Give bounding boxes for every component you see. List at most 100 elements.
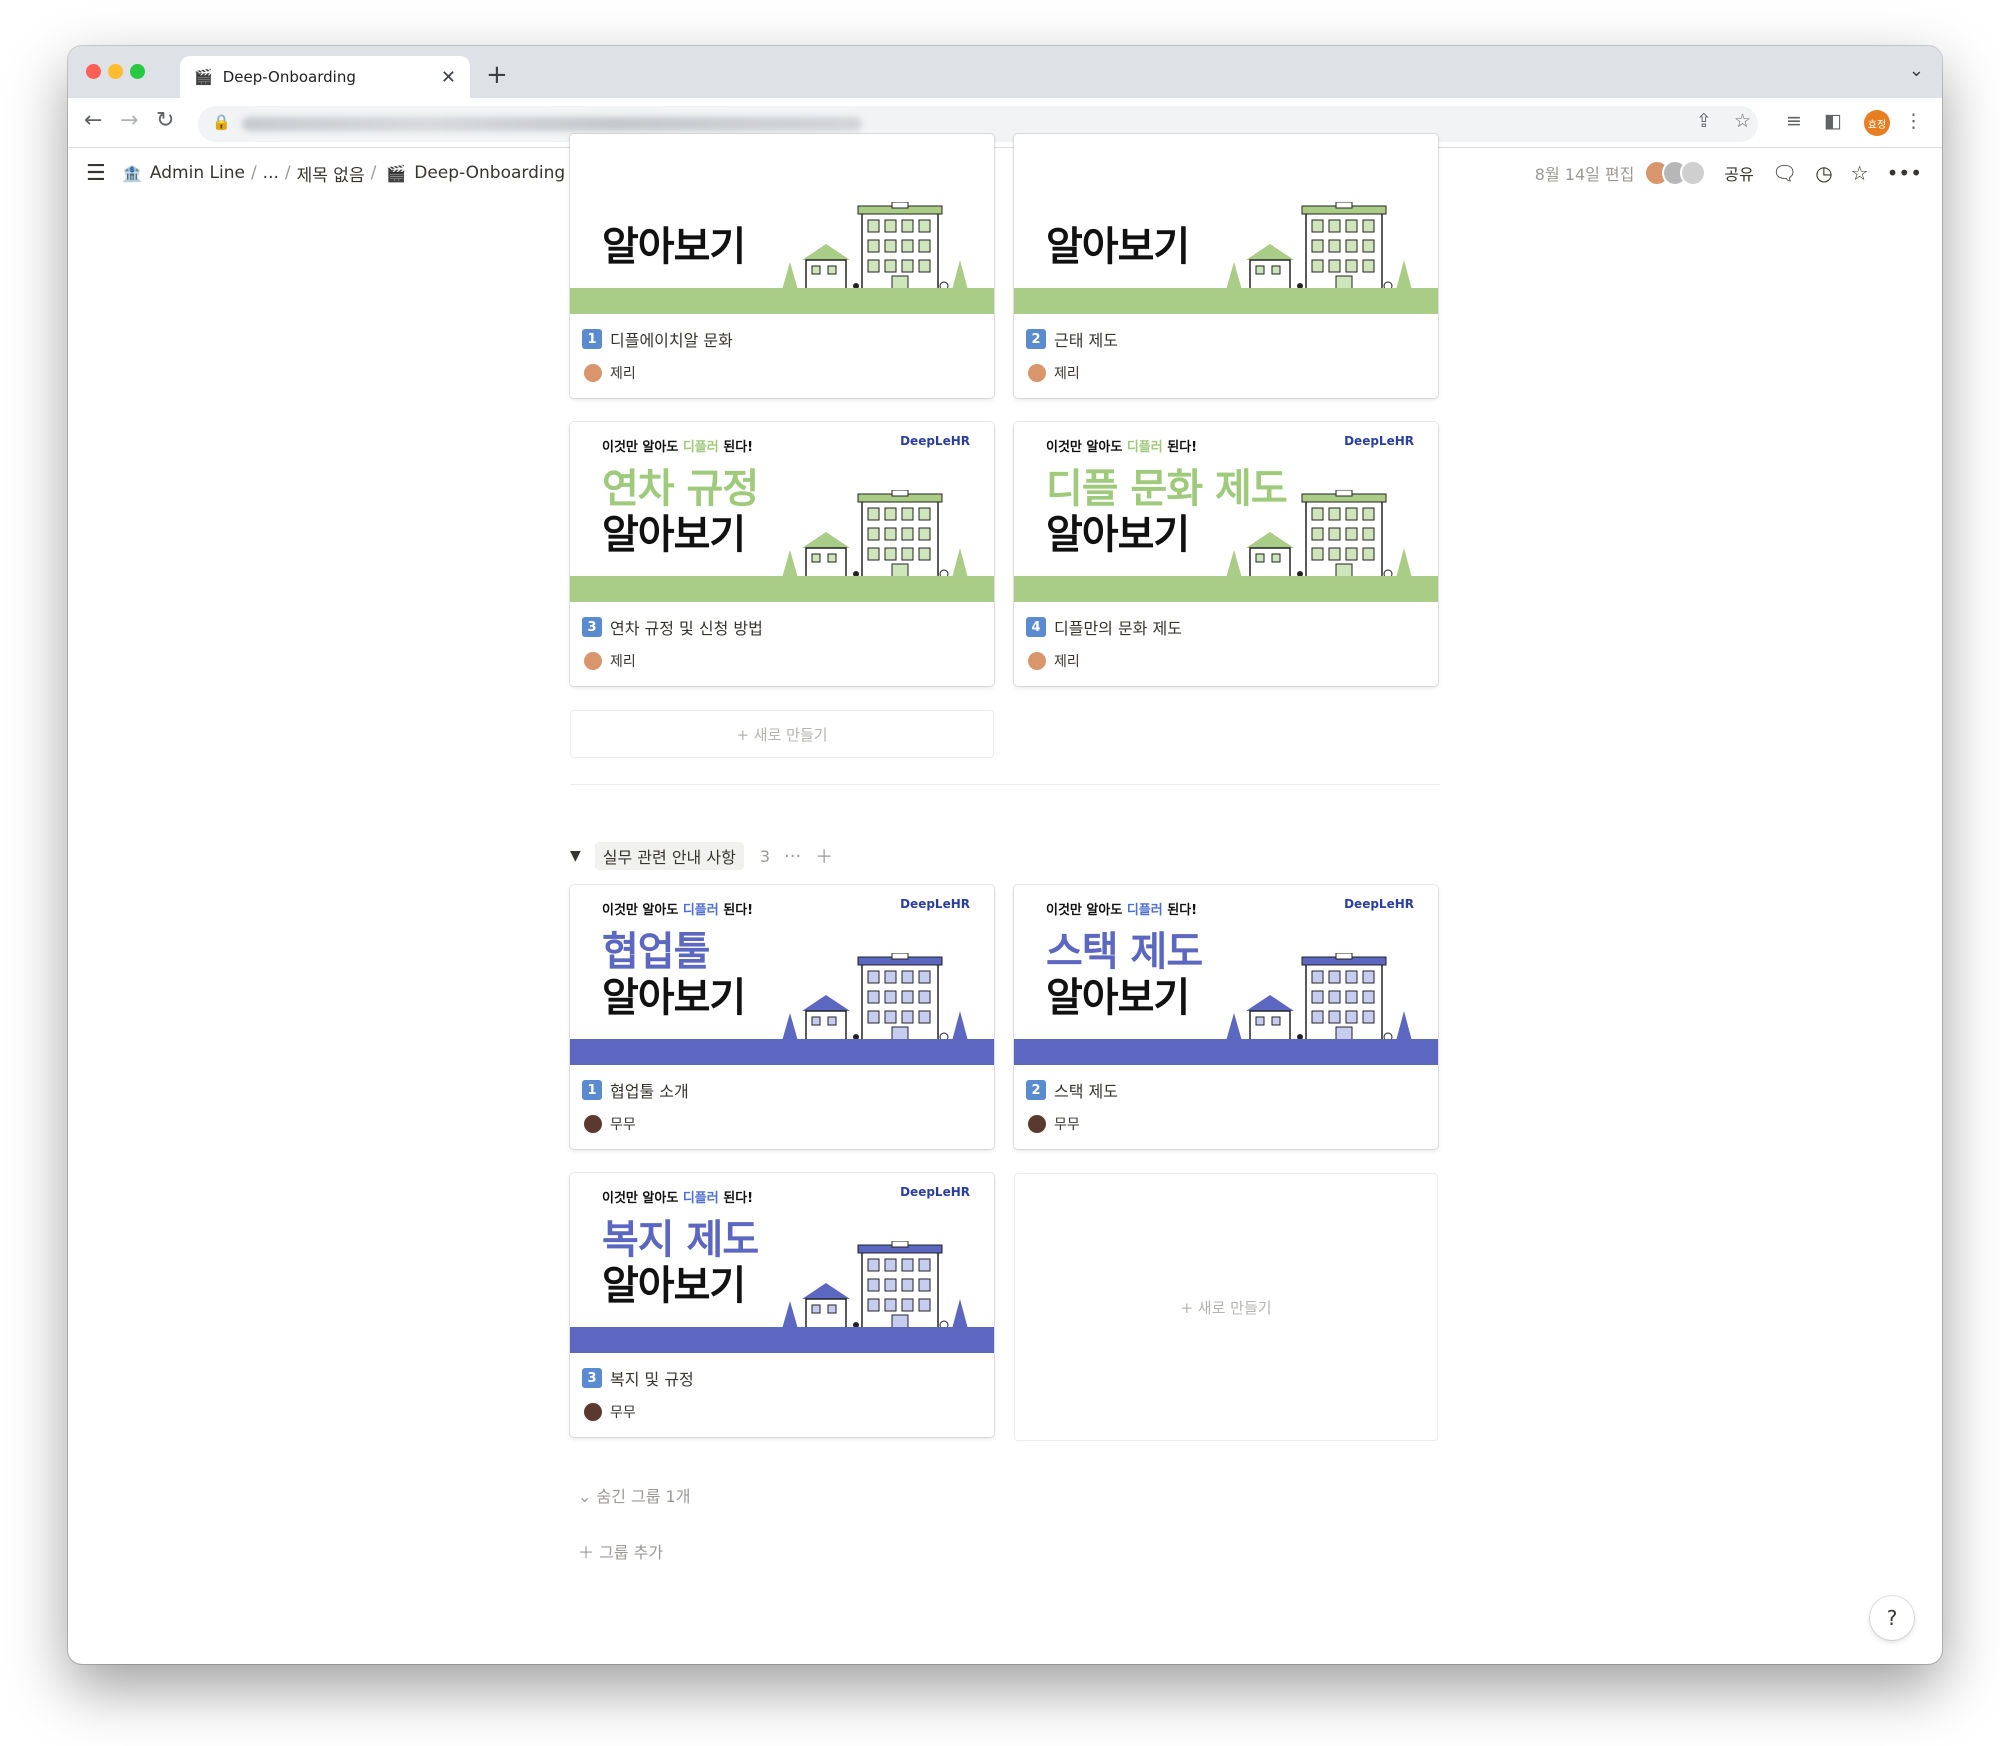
notion-topbar: ☰ 🏦 Admin Line / ... / 제목 없음 / 🎬 Deep-On… (68, 148, 1942, 198)
assignee-name: 제리 (610, 654, 636, 670)
assignee-name: 무무 (610, 1117, 636, 1133)
avatar (584, 652, 602, 670)
hamburger-menu-icon[interactable]: ☰ (86, 161, 106, 186)
maximize-window-button[interactable] (130, 64, 145, 79)
back-arrow-icon[interactable]: ← (84, 108, 102, 133)
plus-icon: ＋ (578, 1543, 595, 1562)
card-title-text: 협업툴 소개 (610, 1082, 689, 1101)
card-body: 1 협업툴 소개 무무 (570, 1065, 994, 1149)
collaborator-avatars[interactable] (1644, 160, 1707, 186)
assignee-name: 제리 (610, 366, 636, 382)
number-badge: 3 (582, 1368, 602, 1388)
assignee-name: 무무 (1054, 1117, 1080, 1133)
reading-list-icon[interactable]: ≡ (1786, 110, 1802, 132)
minimize-window-button[interactable] (108, 64, 123, 79)
breadcrumb-parent[interactable]: 제목 없음 (297, 161, 365, 186)
breadcrumb-separator: / (370, 163, 377, 183)
board-card[interactable]: 이것만 알아도 디플러 된다! DeepLeHR 연차 규정 알아보기 3 연차… (570, 422, 994, 686)
lock-icon: 🔒 (212, 113, 231, 131)
cover-subheading: 알아보기 (1046, 512, 1190, 558)
card-title-text: 디플만의 문화 제도 (1054, 619, 1182, 638)
group-name[interactable]: 실무 관련 안내 사항 (594, 842, 744, 870)
board-card[interactable]: 이것만 알아도 디플러 된다! DeepLeHR 스택 제도 알아보기 2 스택… (1014, 885, 1438, 1149)
card-cover: 이것만 알아도 디플러 된다! DeepLeHR 협업툴 알아보기 (570, 885, 994, 1065)
cover-ground (570, 576, 994, 602)
star-icon[interactable]: ☆ (1851, 161, 1869, 185)
assignee-name: 제리 (1054, 654, 1080, 670)
browser-toolbar: ← → ↻ 🔒 ⇪ ☆ ≡ ◧ 효정 ⋮ (68, 98, 1942, 148)
cover-subheading: 알아보기 (602, 1263, 746, 1309)
forward-arrow-icon[interactable]: → (120, 108, 138, 133)
more-icon[interactable]: ··· (784, 846, 801, 867)
board-card[interactable]: 이것만 알아도 디플러 된다! DeepLeHR 디플 문화 제도 알아보기 4… (1014, 422, 1438, 686)
clock-icon[interactable]: ◷ (1815, 161, 1832, 185)
avatar (1028, 1115, 1046, 1133)
clapperboard-icon: 🎬 (386, 163, 407, 183)
card-title: 4 디플만의 문화 제도 (1026, 614, 1426, 640)
breadcrumb-ellipsis[interactable]: ... (263, 163, 279, 183)
board-card[interactable]: 이것만 알아도 디플러 된다! DeepLeHR 협업툴 알아보기 1 협업툴 … (570, 885, 994, 1149)
card-title-text: 디플에이치알 문화 (610, 331, 733, 350)
hidden-groups-toggle[interactable]: ⌄ 숨긴 그룹 1개 (578, 1483, 690, 1507)
star-icon[interactable]: ☆ (1734, 110, 1751, 132)
houses-illustration (1226, 953, 1412, 1042)
cover-brand: DeepLeHR (1344, 897, 1414, 911)
help-button[interactable]: ? (1870, 1596, 1914, 1640)
share-button[interactable]: 공유 (1724, 161, 1753, 185)
breadcrumb-current[interactable]: Deep-Onboarding (414, 163, 565, 183)
card-cover: 이것만 알아도 디플러 된다! DeepLeHR 복지 제도 알아보기 (570, 1173, 994, 1353)
card-cover: 이것만 알아도 디플러 된다! DeepLeHR 디플 문화 제도 알아보기 (1014, 422, 1438, 602)
card-title: 1 디플에이치알 문화 (582, 326, 982, 352)
houses-illustration (782, 1241, 968, 1330)
cover-ground (570, 1039, 994, 1065)
assignee-name: 무무 (610, 1405, 636, 1421)
more-icon[interactable]: ••• (1887, 161, 1922, 185)
triangle-down-icon[interactable]: ▼ (570, 848, 581, 864)
new-card-button[interactable]: + 새로 만들기 (570, 710, 994, 758)
close-icon[interactable]: ✕ (441, 67, 456, 88)
avatar (584, 364, 602, 382)
new-tab-button[interactable]: + (486, 60, 508, 90)
plus-icon[interactable]: ＋ (815, 843, 833, 869)
bank-icon: 🏦 (122, 163, 142, 183)
card-body: 2 스택 제도 무무 (1014, 1065, 1438, 1149)
card-body: 3 복지 및 규정 무무 (570, 1353, 994, 1437)
card-body: 3 연차 규정 및 신청 방법 제리 (570, 602, 994, 686)
new-card-button[interactable]: + 새로 만들기 (1014, 1173, 1438, 1441)
card-cover: 알아보기 (1014, 134, 1438, 314)
board-card[interactable]: 알아보기 2 근태 제도 제리 (1014, 134, 1438, 398)
profile-avatar[interactable]: 효정 (1864, 110, 1890, 136)
card-body: 2 근태 제도 제리 (1014, 314, 1438, 398)
number-badge: 4 (1026, 617, 1046, 637)
comment-icon[interactable]: 🗨 (1772, 161, 1797, 185)
side-panel-icon[interactable]: ◧ (1824, 110, 1842, 132)
number-badge: 2 (1026, 1080, 1046, 1100)
cover-ground (570, 288, 994, 314)
edited-timestamp: 8월 14일 편집 (1534, 165, 1635, 184)
board-card[interactable]: 알아보기 1 디플에이치알 문화 제리 (570, 134, 994, 398)
cover-tagline: 이것만 알아도 디플러 된다! (602, 1191, 754, 1206)
reload-icon[interactable]: ↻ (156, 108, 174, 133)
board-card[interactable]: 이것만 알아도 디플러 된다! DeepLeHR 복지 제도 알아보기 3 복지… (570, 1173, 994, 1437)
browser-tab[interactable]: 🎬 Deep-Onboarding ✕ (180, 56, 470, 98)
avatar (584, 1403, 602, 1421)
chevron-down-icon[interactable]: ⌄ (1909, 60, 1924, 81)
kebab-menu-icon[interactable]: ⋮ (1904, 110, 1923, 132)
group-header: ▼ 실무 관련 안내 사항 3 ··· ＋ (570, 841, 833, 871)
cover-subheading: 알아보기 (602, 224, 746, 270)
share-icon[interactable]: ⇪ (1696, 110, 1712, 132)
card-assignee: 제리 (1026, 650, 1426, 672)
cover-tagline: 이것만 알아도 디플러 된다! (1046, 440, 1198, 455)
card-assignee: 무무 (1026, 1113, 1426, 1135)
breadcrumb-workspace[interactable]: Admin Line (150, 163, 245, 183)
tab-bar: 🎬 Deep-Onboarding ✕ + ⌄ (68, 46, 1942, 98)
browser-window: 🎬 Deep-Onboarding ✕ + ⌄ ← → ↻ 🔒 ⇪ ☆ ≡ ◧ … (68, 46, 1942, 1664)
close-window-button[interactable] (86, 64, 101, 79)
assignee-name: 제리 (1054, 366, 1080, 382)
add-group-label: 그룹 추가 (599, 1543, 664, 1562)
add-group-button[interactable]: ＋ 그룹 추가 (578, 1539, 663, 1563)
cover-subheading: 알아보기 (1046, 224, 1190, 270)
group-count: 3 (759, 846, 770, 866)
number-badge: 1 (582, 1080, 602, 1100)
group-divider (570, 784, 1440, 785)
